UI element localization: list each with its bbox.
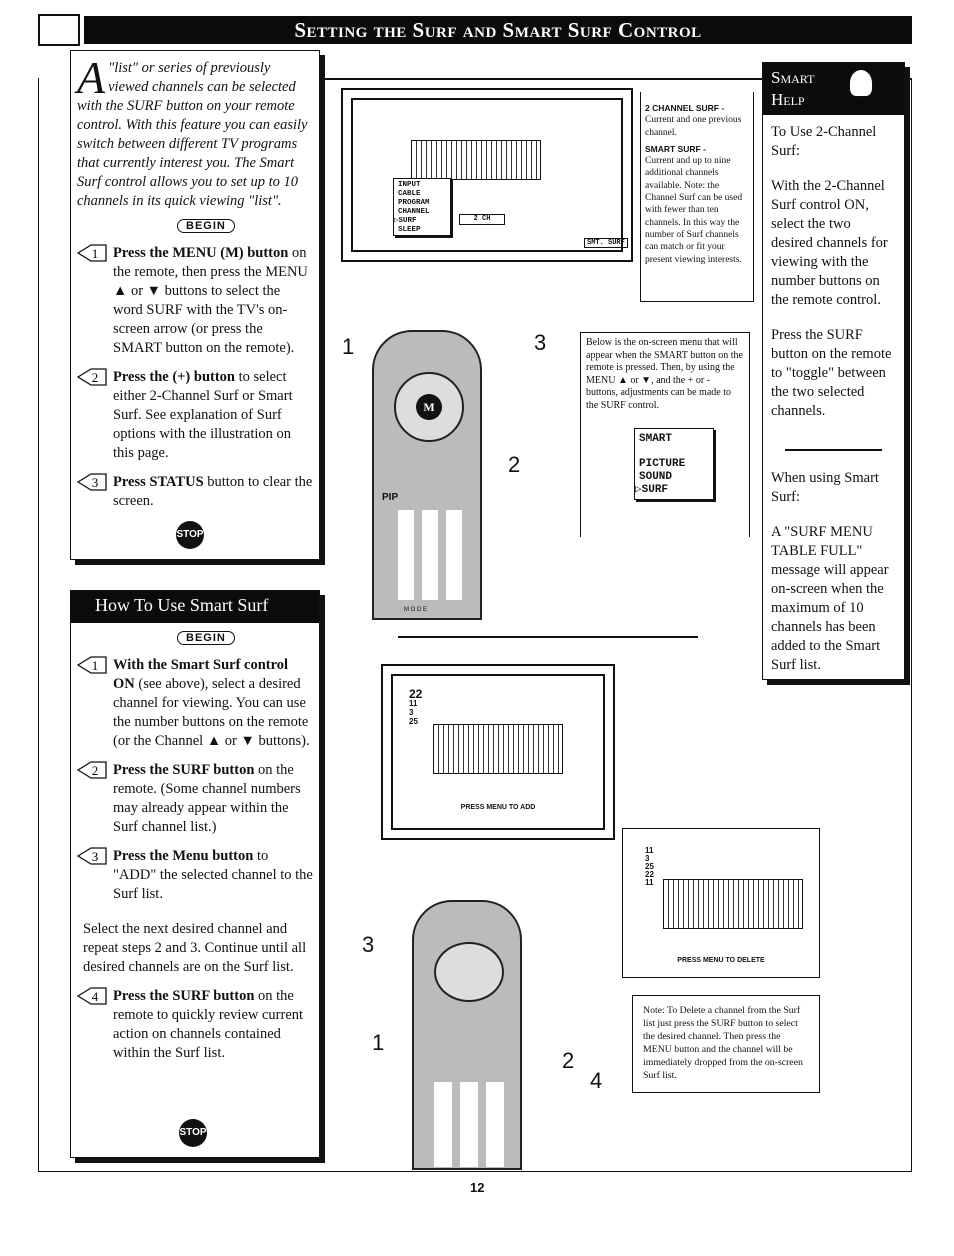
step-item: 1 Press the MENU (M) button on the remote…: [77, 244, 313, 358]
corner-box: [38, 14, 80, 46]
step-number-icon: 2: [77, 761, 107, 779]
surf-value: 2 CH: [459, 214, 505, 225]
page-title: Setting the Surf and Smart Surf Control: [84, 16, 912, 44]
svg-text:2: 2: [92, 370, 99, 385]
number-buttons[interactable]: [430, 1082, 510, 1167]
white-house-image: [433, 724, 563, 774]
menu-item[interactable]: ▷SURF: [394, 217, 446, 226]
begin-badge: BEGIN: [177, 631, 235, 645]
delete-note: Note: To Delete a channel from the Surf …: [632, 995, 820, 1093]
step-number-icon: 3: [77, 847, 107, 865]
smt-surf-tag: SMT. SURF: [584, 238, 628, 248]
stop-icon: STOP: [179, 1119, 207, 1147]
svg-text:3: 3: [92, 475, 99, 490]
step-number-icon: 4: [77, 987, 107, 1005]
menu-item[interactable]: SOUND: [639, 471, 709, 484]
channel-number: 3: [409, 708, 414, 717]
intro-text: A "list" or series of previously viewed c…: [77, 52, 308, 210]
svg-text:2: 2: [92, 763, 99, 778]
channel-list: 11 3 25 22 11: [645, 847, 654, 887]
menu-item[interactable]: CABLE: [398, 190, 446, 199]
step-item: 4 Press the SURF button on the remote to …: [77, 987, 313, 1063]
menu-button[interactable]: M: [416, 394, 442, 420]
callout-3: 3: [362, 932, 375, 957]
drop-cap: A: [77, 52, 106, 103]
onscreen-menu: INPUT CABLE PROGRAM CHANNEL ▷SURF SLEEP: [393, 178, 451, 236]
tv-screen-add: 22 11 3 25 PRESS MENU TO ADD: [381, 664, 615, 840]
svg-text:3: 3: [92, 849, 99, 864]
step-number-icon: 1: [77, 244, 107, 262]
callout-2: 2: [508, 452, 521, 477]
smart-menu-note: Below is the on-screen menu that will ap…: [580, 332, 750, 537]
number-buttons[interactable]: [394, 510, 464, 600]
menu-item[interactable]: PROGRAM: [398, 199, 446, 208]
tv-screen-delete: 11 3 25 22 11 PRESS MENU TO DELETE: [622, 828, 820, 978]
step-number-icon: 2: [77, 368, 107, 386]
channel-list: 22 11 3 25: [409, 687, 423, 726]
menu-item[interactable]: CHANNEL: [398, 208, 446, 217]
callout-4: 4: [590, 1068, 603, 1093]
how-to-box: How To Use Smart Surf BEGIN 1 With the Sm…: [70, 590, 320, 1158]
menu-item[interactable]: PICTURE: [639, 458, 709, 471]
menu-item[interactable]: SLEEP: [398, 226, 446, 235]
step-number-icon: 3: [77, 473, 107, 491]
callout-1: 1: [342, 334, 355, 359]
directional-pad[interactable]: [434, 942, 504, 1002]
menu-item[interactable]: INPUT: [398, 181, 446, 190]
white-house-image: [411, 140, 541, 180]
onscreen-message: PRESS MENU TO ADD: [460, 804, 536, 811]
step-item: 2 Press the (+) button to select either 2…: [77, 368, 313, 463]
page-number: 12: [470, 1180, 485, 1195]
svg-text:4: 4: [92, 989, 99, 1004]
steps-list: 1 With the Smart Surf control ON (see abo…: [77, 656, 313, 1063]
stop-icon: STOP: [176, 521, 204, 549]
smart-help-box: Smart Help To Use 2-Channel Surf: With th…: [762, 62, 905, 680]
step-item: Select the next desired channel and repe…: [83, 921, 307, 975]
remote-control: M PIP M O D E: [372, 330, 482, 620]
divider: [785, 449, 882, 451]
channel-number: 25: [409, 717, 418, 726]
tv-screen-menu: INPUT CABLE PROGRAM CHANNEL ▷SURF SLEEP 2 CH: [341, 88, 633, 262]
onscreen-message: PRESS MENU TO DELETE: [677, 957, 765, 964]
surf-options-note: 2 CHANNEL SURF - Current and one previou…: [640, 92, 754, 302]
step-number-icon: 1: [77, 656, 107, 674]
callout-2: 2: [562, 1048, 575, 1073]
divider: [398, 636, 698, 638]
menu-item[interactable]: SMART: [639, 433, 709, 446]
menu-item[interactable]: ▷SURF: [635, 484, 709, 497]
lightbulb-icon: [849, 69, 873, 97]
section-header: How To Use Smart Surf: [71, 591, 319, 623]
pip-label: PIP: [382, 492, 399, 503]
step-item: 3 Press STATUS button to clear the screen…: [77, 473, 313, 511]
steps-list: 1 Press the MENU (M) button on the remote…: [77, 244, 313, 511]
callout-3: 3: [534, 330, 547, 355]
step-item: 1 With the Smart Surf control ON (see abo…: [77, 656, 313, 751]
mode-label: M O D E: [404, 607, 428, 613]
intro-box: A "list" or series of previously viewed c…: [70, 50, 320, 560]
callout-1: 1: [372, 1030, 385, 1055]
smart-onscreen-menu: SMART PICTURE SOUND ▷SURF: [634, 428, 714, 500]
white-house-image: [663, 879, 803, 929]
begin-badge: BEGIN: [177, 219, 235, 233]
step-item: 3 Press the Menu button to "ADD" the sele…: [77, 847, 313, 904]
channel-number: 22: [409, 687, 423, 701]
remote-control: [412, 900, 522, 1170]
svg-text:1: 1: [92, 658, 99, 673]
step-item: 2 Press the SURF button on the remote. (S…: [77, 761, 313, 837]
svg-text:1: 1: [92, 246, 99, 261]
channel-number: 11: [645, 878, 654, 887]
smart-help-title: Smart Help: [763, 63, 904, 115]
